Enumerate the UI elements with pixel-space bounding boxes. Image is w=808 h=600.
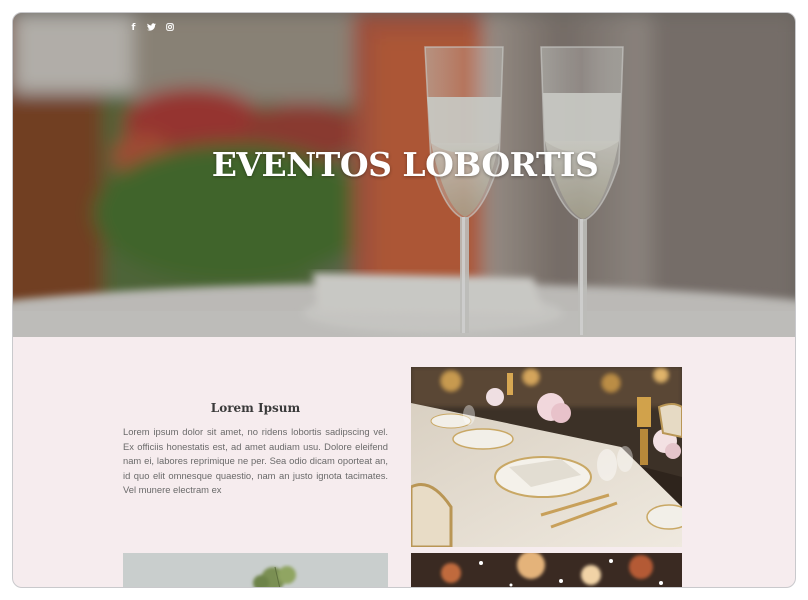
hero-title: EVENTOS LOBORTIS	[211, 145, 599, 184]
section-body: Lorem ipsum dolor sit amet, no ridens lo…	[123, 426, 388, 495]
wedding-arch-photo	[123, 553, 388, 587]
section-title: Lorem Ipsum	[210, 401, 301, 415]
instagram-icon[interactable]	[165, 23, 174, 33]
banquet-table-photo	[411, 367, 682, 547]
party-photo	[411, 553, 682, 587]
facebook-icon[interactable]: f	[129, 23, 138, 33]
page-frame: f EVENTOS LOBORTIS Lorem Ipsum Lorem ips…	[12, 12, 796, 588]
content-section: Lorem Ipsum Lorem ipsum dolor sit amet, …	[13, 337, 795, 587]
twitter-icon[interactable]	[147, 23, 156, 33]
hero-banner: f EVENTOS LOBORTIS	[13, 13, 795, 337]
intro-text-block: Lorem Ipsum Lorem ipsum dolor sit amet, …	[123, 401, 388, 498]
social-links: f	[129, 23, 174, 33]
